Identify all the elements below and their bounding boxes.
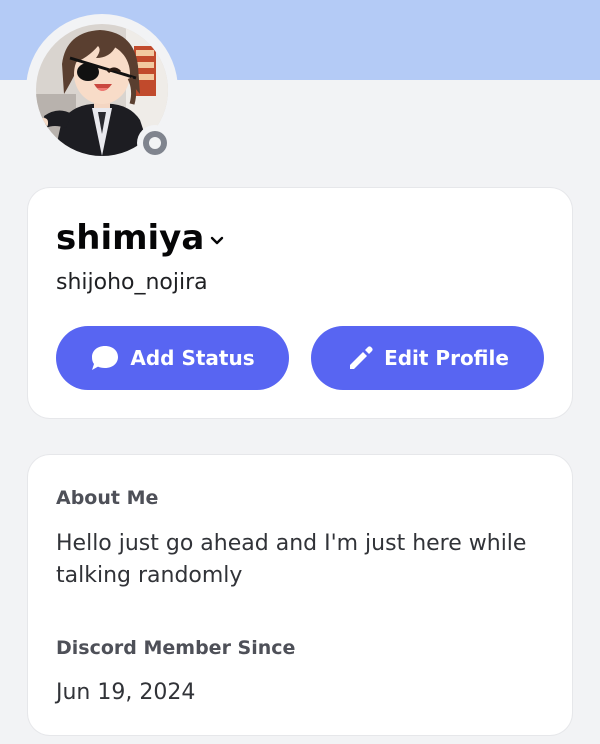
avatar-container[interactable] xyxy=(26,14,178,166)
member-since-date: Jun 19, 2024 xyxy=(56,680,196,705)
offline-status-icon xyxy=(143,131,167,155)
about-card: About Me Hello just go ahead and I'm jus… xyxy=(28,455,572,735)
about-me-heading: About Me xyxy=(56,487,159,509)
chevron-down-icon[interactable] xyxy=(210,231,224,250)
user-card: shimiya shijoho_nojira Add Status Edit P… xyxy=(28,188,572,418)
username: shijoho_nojira xyxy=(56,270,208,295)
speech-bubble-icon xyxy=(90,344,120,372)
display-name-row[interactable]: shimiya xyxy=(56,218,224,258)
add-status-label: Add Status xyxy=(130,346,255,370)
display-name: shimiya xyxy=(56,218,205,258)
pencil-icon xyxy=(346,344,374,372)
edit-profile-button[interactable]: Edit Profile xyxy=(311,326,544,390)
member-since-heading: Discord Member Since xyxy=(56,637,296,659)
status-indicator xyxy=(137,125,173,161)
add-status-button[interactable]: Add Status xyxy=(56,326,289,390)
edit-profile-label: Edit Profile xyxy=(384,346,509,370)
about-me-text: Hello just go ahead and I'm just here wh… xyxy=(56,531,527,588)
